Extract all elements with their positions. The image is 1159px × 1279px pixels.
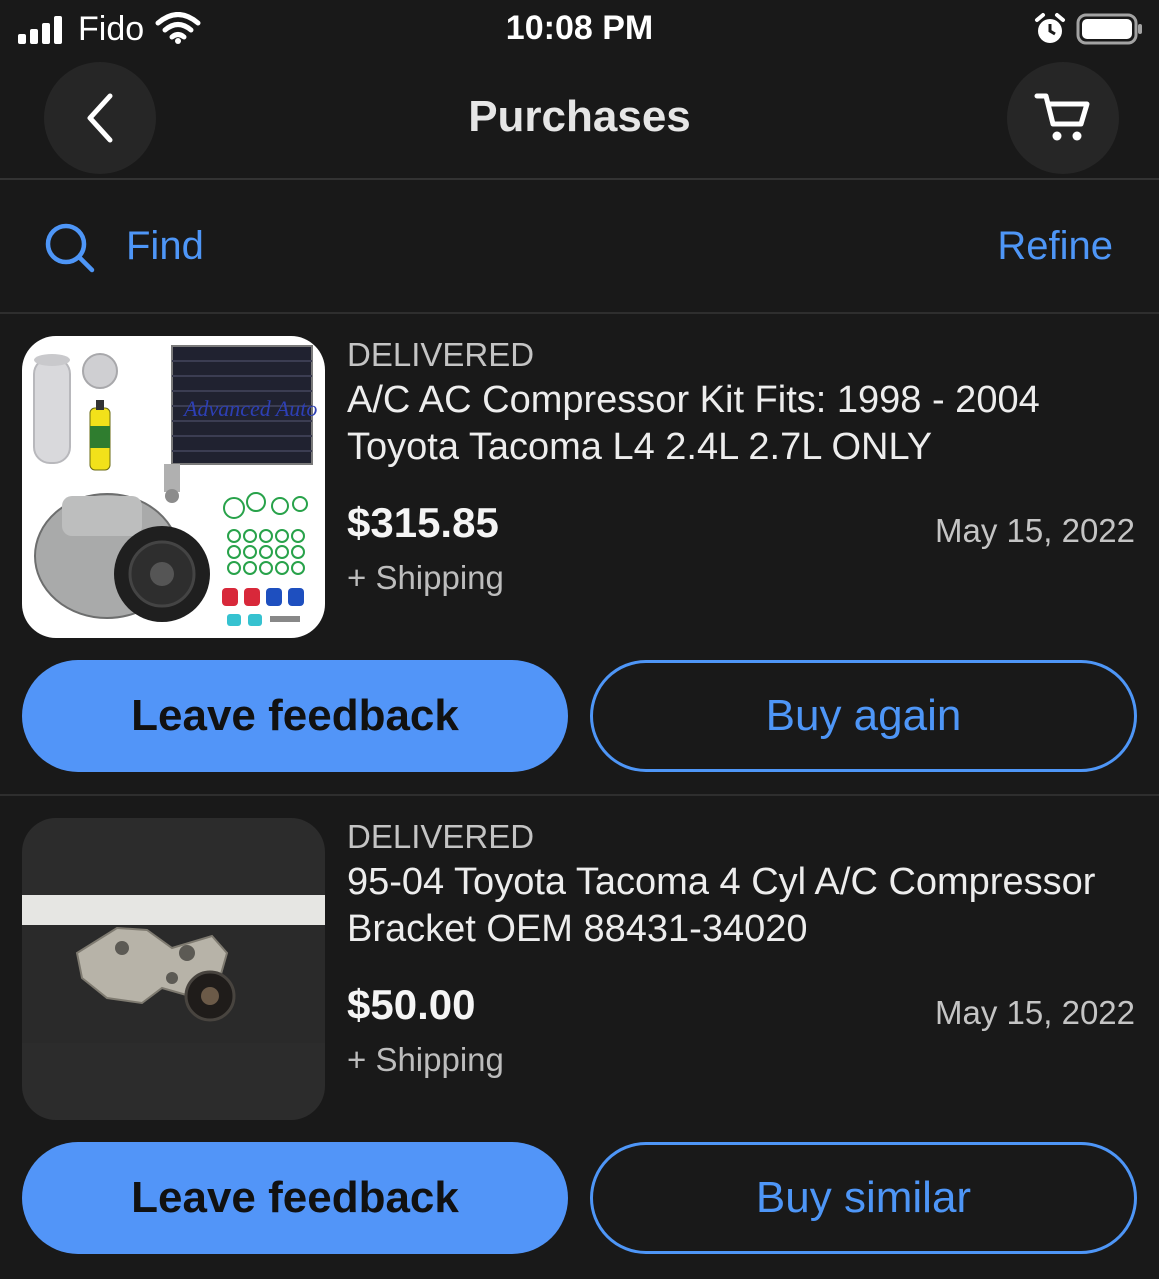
order-status: DELIVERED [347,818,535,855]
alarm-icon [1035,13,1065,43]
cart-icon [1034,93,1090,141]
logo-text: Advanced Auto [182,396,317,421]
shipping-label: + Shipping [347,1041,504,1078]
find-input[interactable]: Find [126,224,204,269]
item-title[interactable]: 95-04 Toyota Tacoma 4 Cyl A/C Compressor… [347,859,1137,953]
nav-bar: Purchases [0,62,1159,180]
find-bar: Find Refine [0,180,1159,314]
status-time: 10:08 PM [505,9,654,47]
order-date: May 15, 2022 [935,994,1135,1031]
buy-similar-button[interactable]: Buy similar [590,1142,1137,1254]
ac-kit-image: Advanced Auto [33,345,317,626]
leave-feedback-button[interactable]: Leave feedback [22,660,568,772]
cart-button[interactable] [1007,62,1119,174]
refine-button[interactable]: Refine [997,224,1113,269]
item-price: $315.85 [347,499,499,546]
shipping-label: + Shipping [347,559,504,596]
item-title[interactable]: A/C AC Compressor Kit Fits: 1998 - 2004 … [347,377,1137,471]
product-image[interactable] [22,818,325,1120]
order-card[interactable]: Advanced Auto DELIVERED A/C AC Compresso… [0,314,1159,796]
status-bar: Fido 10:08 PM [0,0,1159,60]
order-date: May 15, 2022 [935,512,1135,549]
order-status: DELIVERED [347,336,535,373]
item-price: $50.00 [347,981,476,1028]
buy-again-button[interactable]: Buy again [590,660,1137,772]
bracket-image [22,895,325,1043]
product-image[interactable]: Advanced Auto [22,336,325,638]
order-card[interactable]: DELIVERED 95-04 Toyota Tacoma 4 Cyl A/C … [0,796,1159,1278]
leave-feedback-button[interactable]: Leave feedback [22,1142,568,1254]
battery-icon [1076,13,1142,45]
search-icon[interactable] [44,222,96,274]
page-title: Purchases [468,92,691,141]
